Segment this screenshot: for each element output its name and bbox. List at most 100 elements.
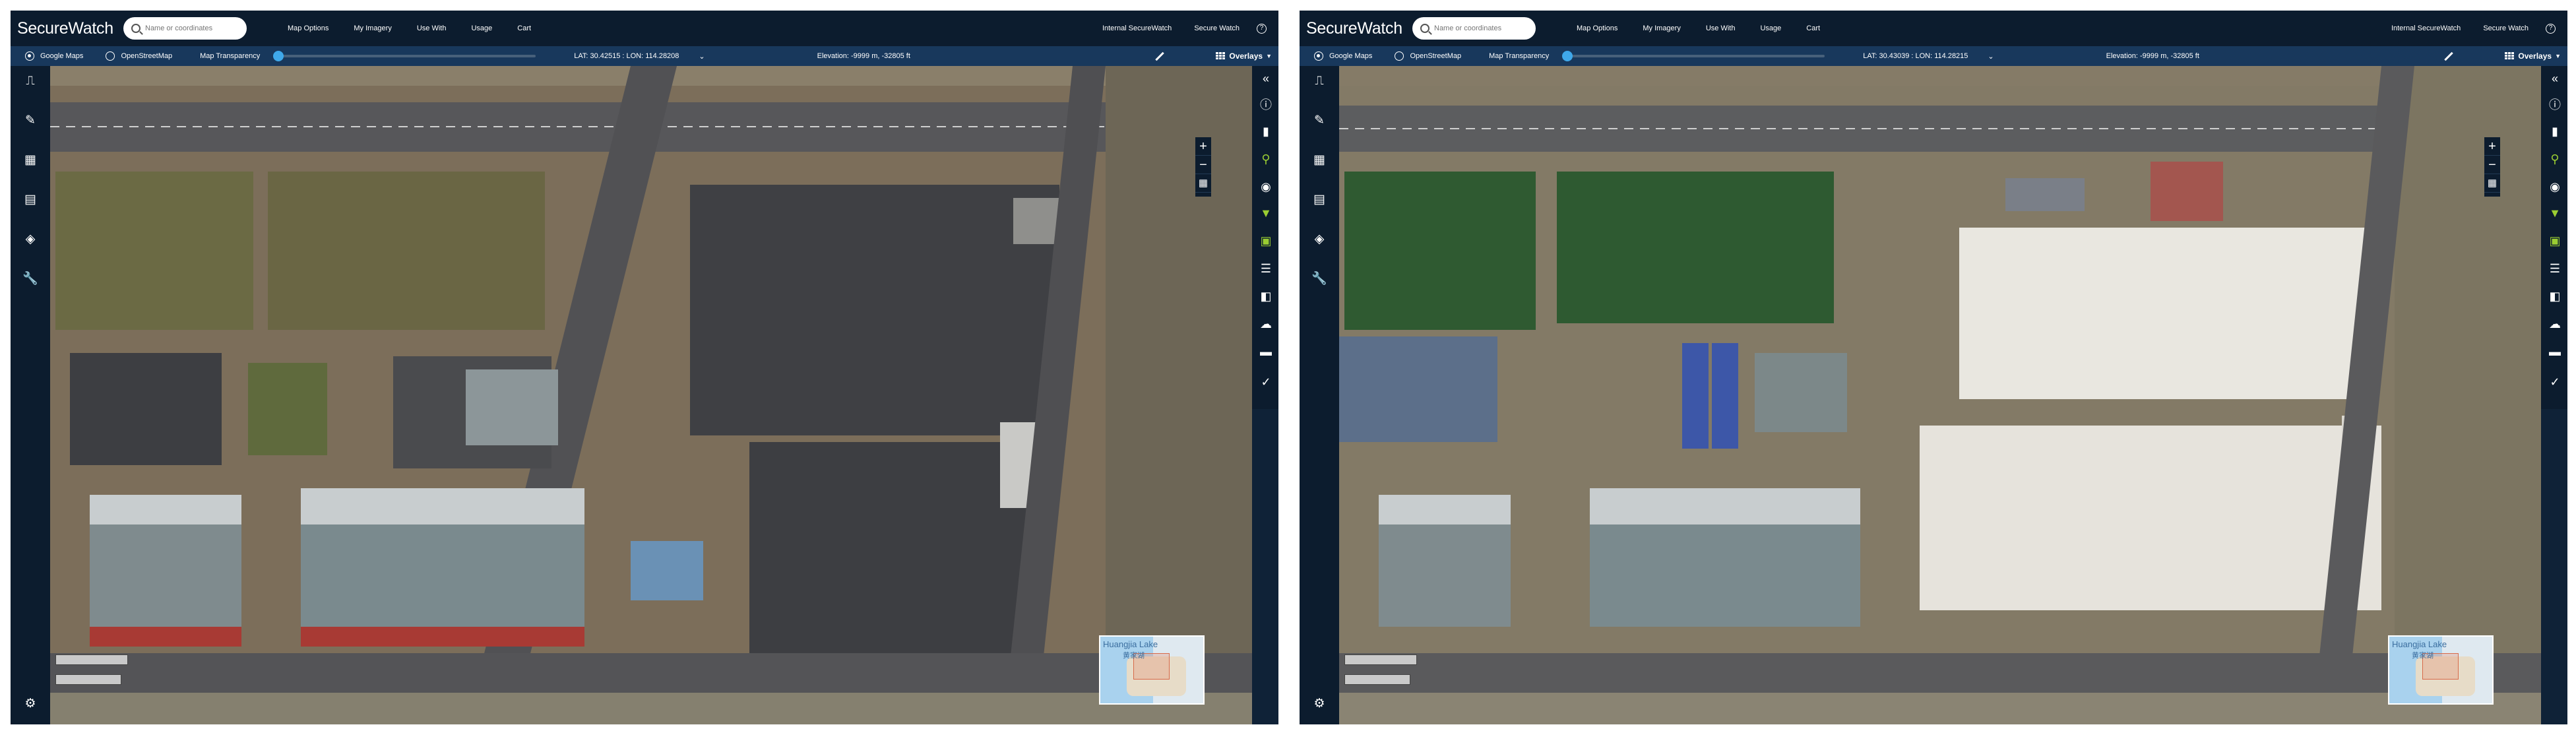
table-icon[interactable]: ▦ — [1311, 153, 1327, 168]
layers-icon[interactable]: ◈ — [1311, 232, 1327, 247]
help-icon[interactable]: ? — [1257, 23, 1267, 34]
help-circle-icon[interactable]: ⓘ — [1259, 98, 1273, 112]
calendar-icon[interactable]: ▦ — [1195, 174, 1211, 193]
minus-box-icon[interactable]: ▬ — [1259, 344, 1273, 359]
elevation-readout: Elevation: -9999 m, -32805 ft — [817, 52, 910, 60]
compare-icon[interactable]: ◧ — [1259, 289, 1273, 303]
signal-icon[interactable]: ▮ — [1259, 124, 1273, 139]
satellite-image-before — [50, 66, 1252, 724]
slider-thumb[interactable] — [273, 51, 284, 61]
help-icon[interactable]: ? — [2546, 23, 2556, 34]
filter-icon[interactable]: ▼ — [1259, 206, 1273, 220]
grid-icon — [1216, 52, 1226, 60]
google-maps-radio[interactable] — [25, 51, 34, 61]
settings-icon[interactable]: ⚙ — [1311, 697, 1327, 711]
lock-icon[interactable]: ⚲ — [1259, 152, 1273, 166]
osm-radio[interactable] — [106, 51, 115, 61]
minus-box-icon[interactable]: ▬ — [2548, 344, 2562, 359]
settings-icon[interactable]: ⚙ — [22, 697, 38, 711]
nav-usage[interactable]: Usage — [1760, 24, 1781, 32]
right-nav: Internal SecureWatch Secure Watch ? — [1080, 23, 1267, 34]
nav-usage[interactable]: Usage — [471, 24, 492, 32]
nav-my-imagery[interactable]: My Imagery — [354, 24, 391, 32]
cloud-icon[interactable]: ☁ — [1259, 317, 1273, 331]
collapse-icon[interactable]: « — [2548, 71, 2562, 86]
ruler-icon[interactable] — [1155, 51, 1164, 61]
edit-icon[interactable]: ✎ — [22, 113, 38, 128]
zoom-control: + − ▦ — [1195, 137, 1211, 197]
calendar-icon[interactable]: ▦ — [2484, 174, 2500, 193]
zoom-out-button[interactable]: − — [1195, 156, 1211, 174]
help-circle-icon[interactable]: ⓘ — [2548, 98, 2562, 112]
main-nav: Map Options My Imagery Use With Usage Ca… — [1577, 24, 1845, 32]
layers-icon[interactable]: ◈ — [22, 232, 38, 247]
scale-bar — [55, 654, 128, 685]
zoom-in-button[interactable]: + — [2484, 137, 2500, 156]
briefcase-icon[interactable]: ▤ — [22, 193, 38, 207]
nav-internal-securewatch[interactable]: Internal SecureWatch — [1102, 24, 1172, 32]
table-icon[interactable]: ▦ — [22, 153, 38, 168]
stack-icon[interactable]: ☰ — [2548, 261, 2562, 276]
nav-map-options[interactable]: Map Options — [1577, 24, 1618, 32]
search-input[interactable] — [145, 24, 237, 32]
scale-bar-imperial — [55, 674, 121, 685]
ruler-icon[interactable] — [2444, 51, 2453, 61]
overview-minimap[interactable]: Huangjia Lake 黄家湖 — [1099, 635, 1205, 705]
filter-icon[interactable]: ▼ — [2548, 206, 2562, 220]
nav-map-options[interactable]: Map Options — [288, 24, 329, 32]
signal-icon[interactable]: ▮ — [2548, 124, 2562, 139]
nav-cart[interactable]: Cart — [517, 24, 531, 32]
nav-use-with[interactable]: Use With — [417, 24, 447, 32]
nav-my-imagery[interactable]: My Imagery — [1643, 24, 1680, 32]
camera-icon[interactable]: ◉ — [2548, 179, 2562, 194]
minimap-label: Huangjia Lake — [1103, 639, 1158, 649]
scale-bar-metric — [1344, 654, 1417, 665]
search-box[interactable] — [123, 17, 247, 40]
satellite-map[interactable]: + − ▦ Huangjia Lake 黄家湖 — [1339, 66, 2541, 724]
stack-icon[interactable]: ☰ — [1259, 261, 1273, 276]
zoom-out-button[interactable]: − — [2484, 156, 2500, 174]
check-icon[interactable]: ✓ — [1259, 375, 1273, 389]
map-transparency-slider[interactable] — [273, 51, 536, 61]
check-icon[interactable]: ✓ — [2548, 375, 2562, 389]
wrench-icon[interactable]: 🔧 — [1311, 272, 1327, 286]
grid-icon — [2505, 52, 2515, 60]
search-box[interactable] — [1412, 17, 1536, 40]
image-icon[interactable]: ▣ — [1259, 234, 1273, 248]
briefcase-icon[interactable]: ▤ — [1311, 193, 1327, 207]
overlays-label: Overlays — [2518, 51, 2552, 61]
image-icon[interactable]: ▣ — [2548, 234, 2562, 248]
compare-icon[interactable]: ◧ — [2548, 289, 2562, 303]
zoom-in-button[interactable]: + — [1195, 137, 1211, 156]
wrench-icon[interactable]: 🔧 — [22, 272, 38, 286]
chevron-down-icon[interactable]: ⌄ — [699, 52, 705, 61]
map-options-bar: Google Maps OpenStreetMap Map Transparen… — [1300, 46, 2567, 66]
osm-radio[interactable] — [1395, 51, 1404, 61]
nav-internal-securewatch[interactable]: Internal SecureWatch — [2391, 24, 2461, 32]
left-toolbar: ⎍ ✎ ▦ ▤ ◈ 🔧 ⚙ — [11, 66, 50, 724]
nav-use-with[interactable]: Use With — [1706, 24, 1736, 32]
map-options-bar: Google Maps OpenStreetMap Map Transparen… — [11, 46, 1278, 66]
nav-secure-watch[interactable]: Secure Watch — [2483, 24, 2529, 32]
inbox-icon[interactable]: ⎍ — [22, 74, 38, 88]
edit-icon[interactable]: ✎ — [1311, 113, 1327, 128]
google-maps-radio[interactable] — [1314, 51, 1323, 61]
lock-icon[interactable]: ⚲ — [2548, 152, 2562, 166]
search-icon — [131, 24, 141, 33]
collapse-icon[interactable]: « — [1259, 71, 1273, 86]
overview-minimap[interactable]: Huangjia Lake 黄家湖 — [2388, 635, 2494, 705]
chevron-down-icon[interactable]: ⌄ — [1988, 52, 1994, 61]
search-input[interactable] — [1434, 24, 1526, 32]
google-maps-label: Google Maps — [40, 52, 84, 60]
camera-icon[interactable]: ◉ — [1259, 179, 1273, 194]
inbox-icon[interactable]: ⎍ — [1311, 74, 1327, 88]
google-maps-label: Google Maps — [1329, 52, 1373, 60]
slider-thumb[interactable] — [1562, 51, 1573, 61]
cloud-icon[interactable]: ☁ — [2548, 317, 2562, 331]
overlays-menu[interactable]: Overlays ▼ — [2505, 51, 2561, 61]
overlays-menu[interactable]: Overlays ▼ — [1216, 51, 1272, 61]
nav-secure-watch[interactable]: Secure Watch — [1194, 24, 1240, 32]
nav-cart[interactable]: Cart — [1806, 24, 1820, 32]
map-transparency-slider[interactable] — [1562, 51, 1825, 61]
satellite-map[interactable]: + − ▦ Huangjia Lake 黄家湖 — [50, 66, 1252, 724]
